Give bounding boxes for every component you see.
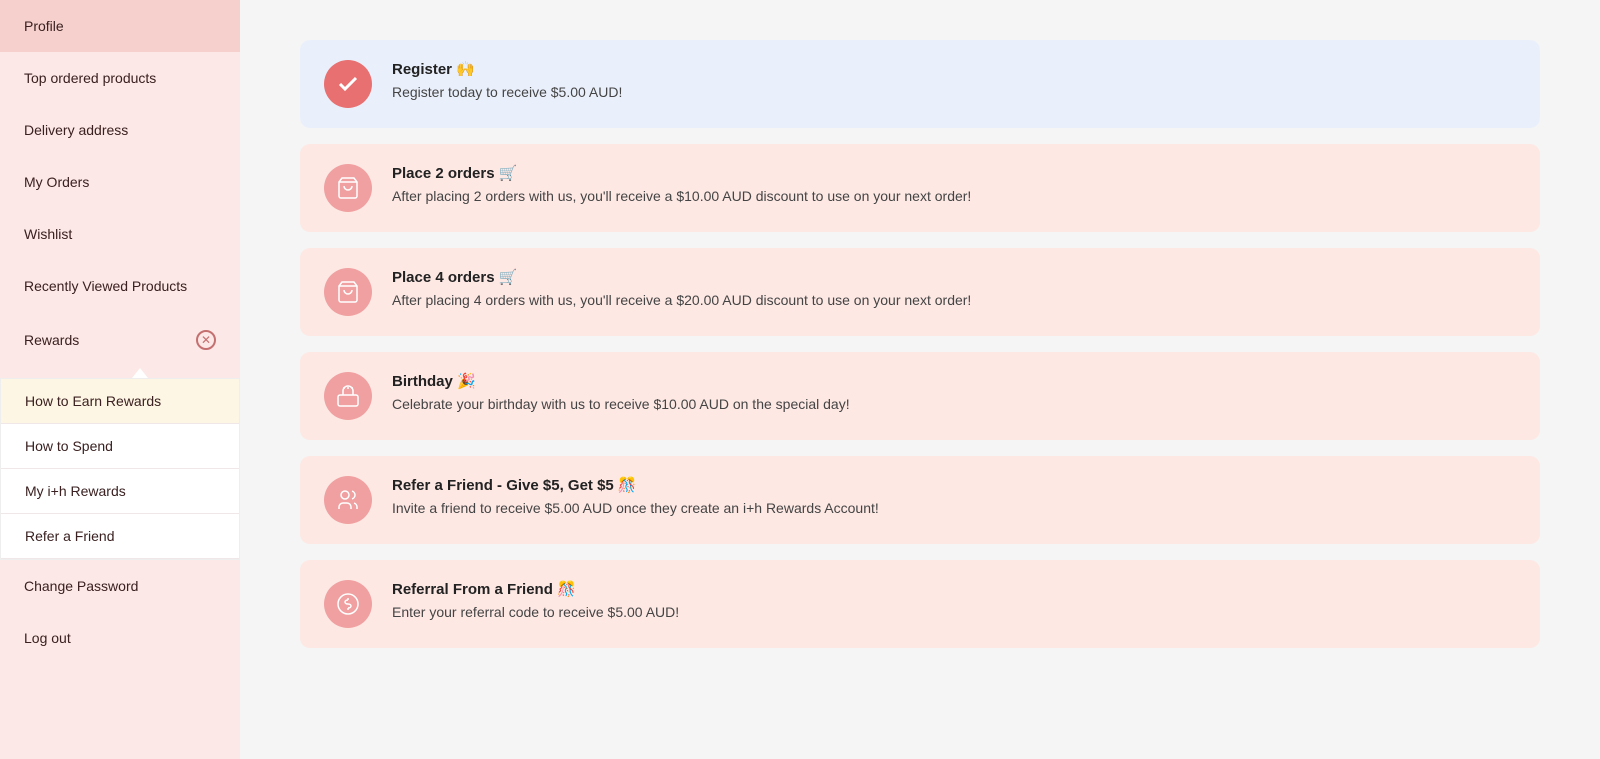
gift-icon (324, 580, 372, 628)
sidebar: Profile Top ordered products Delivery ad… (0, 0, 240, 759)
reward-text-place-2: Place 2 orders 🛒 After placing 2 orders … (392, 164, 1516, 207)
reward-text-refer: Refer a Friend - Give $5, Get $5 🎊 Invit… (392, 476, 1516, 519)
sidebar-item-logout[interactable]: Log out (0, 612, 240, 664)
sidebar-item-change-password[interactable]: Change Password (0, 560, 240, 612)
reward-text-referral-from: Referral From a Friend 🎊 Enter your refe… (392, 580, 1516, 623)
submenu-arrow (132, 368, 148, 378)
submenu-item-refer[interactable]: Refer a Friend (1, 514, 239, 559)
reward-card-register: Register 🙌 Register today to receive $5.… (300, 40, 1540, 128)
submenu-item-earn[interactable]: How to Earn Rewards (1, 379, 239, 424)
reward-card-place-4: Place 4 orders 🛒 After placing 4 orders … (300, 248, 1540, 336)
reward-card-referral-from: Referral From a Friend 🎊 Enter your refe… (300, 560, 1540, 648)
sidebar-item-rewards[interactable]: Rewards ✕ (0, 312, 240, 368)
sidebar-item-top-ordered[interactable]: Top ordered products (0, 52, 240, 104)
sidebar-item-delivery[interactable]: Delivery address (0, 104, 240, 156)
reward-card-birthday: Birthday 🎉 Celebrate your birthday with … (300, 352, 1540, 440)
register-check-icon (324, 60, 372, 108)
sidebar-item-wishlist[interactable]: Wishlist (0, 208, 240, 260)
submenu-item-my-rewards[interactable]: My i+h Rewards (1, 469, 239, 514)
cart-icon-4 (324, 268, 372, 316)
reward-text-place-4: Place 4 orders 🛒 After placing 4 orders … (392, 268, 1516, 311)
sidebar-item-profile[interactable]: Profile (0, 0, 240, 52)
reward-card-place-2: Place 2 orders 🛒 After placing 2 orders … (300, 144, 1540, 232)
sidebar-item-orders[interactable]: My Orders (0, 156, 240, 208)
cart-icon-2 (324, 164, 372, 212)
reward-card-refer: Refer a Friend - Give $5, Get $5 🎊 Invit… (300, 456, 1540, 544)
reward-text-birthday: Birthday 🎉 Celebrate your birthday with … (392, 372, 1516, 415)
birthday-icon (324, 372, 372, 420)
main-content: Register 🙌 Register today to receive $5.… (240, 0, 1600, 759)
reward-text-register: Register 🙌 Register today to receive $5.… (392, 60, 1516, 103)
rewards-close-icon[interactable]: ✕ (196, 330, 216, 350)
rewards-submenu: How to Earn Rewards How to Spend My i+h … (0, 378, 240, 560)
submenu-item-spend[interactable]: How to Spend (1, 424, 239, 469)
refer-icon (324, 476, 372, 524)
sidebar-item-recently-viewed[interactable]: Recently Viewed Products (0, 260, 240, 312)
